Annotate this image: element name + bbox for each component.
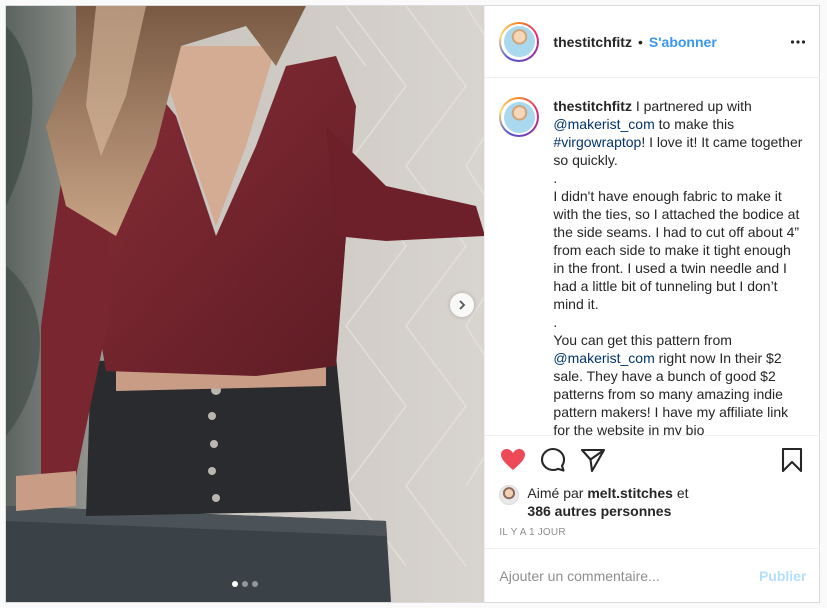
carousel-indicator	[232, 581, 258, 587]
mention-link[interactable]: @makerist_com	[553, 350, 654, 366]
caption-line: I partnered up with	[635, 98, 752, 114]
carousel-dot	[242, 581, 248, 587]
instagram-post: thestitchfitz • S'abonner thestitchfitz …	[5, 5, 821, 603]
caption-avatar[interactable]	[499, 97, 540, 137]
follow-button[interactable]: S'abonner	[649, 34, 717, 50]
post-media	[6, 6, 485, 602]
caption-line: .	[553, 170, 558, 186]
profile-avatar[interactable]	[499, 21, 540, 62]
more-options-icon[interactable]	[790, 34, 806, 50]
post-side-panel: thestitchfitz • S'abonner thestitchfitz …	[484, 6, 821, 602]
header-username[interactable]: thestitchfitz	[553, 34, 632, 50]
separator-dot: •	[637, 33, 643, 50]
caption-username[interactable]: thestitchfitz	[553, 98, 632, 114]
liked-by-text: Aimé par melt.stitches et 386 autres per…	[527, 484, 688, 520]
add-comment-bar: Publier	[485, 548, 821, 602]
action-icons	[499, 446, 806, 476]
actions-area: Aimé par melt.stitches et 386 autres per…	[485, 435, 821, 548]
hashtag-link[interactable]: #virgowraptop	[553, 134, 641, 150]
liker-username[interactable]: melt.stitches	[587, 485, 673, 501]
caption-line: to make this	[658, 116, 735, 132]
post-header: thestitchfitz • S'abonner	[485, 6, 821, 78]
carousel-dot	[252, 581, 258, 587]
caption-line: .	[553, 314, 558, 330]
heart-icon[interactable]	[499, 446, 527, 474]
publish-button[interactable]: Publier	[759, 568, 806, 584]
liked-by-prefix: Aimé par	[527, 485, 584, 501]
comment-icon[interactable]	[539, 446, 567, 474]
caption-comment: thestitchfitz I partnered up with @maker…	[499, 97, 806, 435]
post-timestamp[interactable]: IL Y A 1 JOUR	[499, 527, 565, 538]
likes-count[interactable]: 386 autres personnes	[527, 503, 671, 519]
comment-input[interactable]	[499, 567, 759, 584]
chevron-right-icon	[459, 300, 466, 310]
liked-by-and: et	[676, 485, 689, 501]
liked-by: Aimé par melt.stitches et 386 autres per…	[499, 484, 689, 520]
mention-link[interactable]: @makerist_com	[553, 116, 654, 132]
comments-area[interactable]: thestitchfitz I partnered up with @maker…	[485, 79, 820, 435]
post-photo	[6, 6, 485, 602]
caption-line: You can get this pattern from	[553, 332, 732, 348]
carousel-dot	[232, 581, 238, 587]
bookmark-icon[interactable]	[778, 446, 806, 474]
share-icon[interactable]	[579, 446, 607, 474]
caption-text: thestitchfitz I partnered up with @maker…	[553, 97, 803, 435]
liker-avatar[interactable]	[499, 485, 520, 505]
next-image-button[interactable]	[450, 293, 474, 317]
caption-line: I didn't have enough fabric to make it w…	[553, 188, 800, 312]
